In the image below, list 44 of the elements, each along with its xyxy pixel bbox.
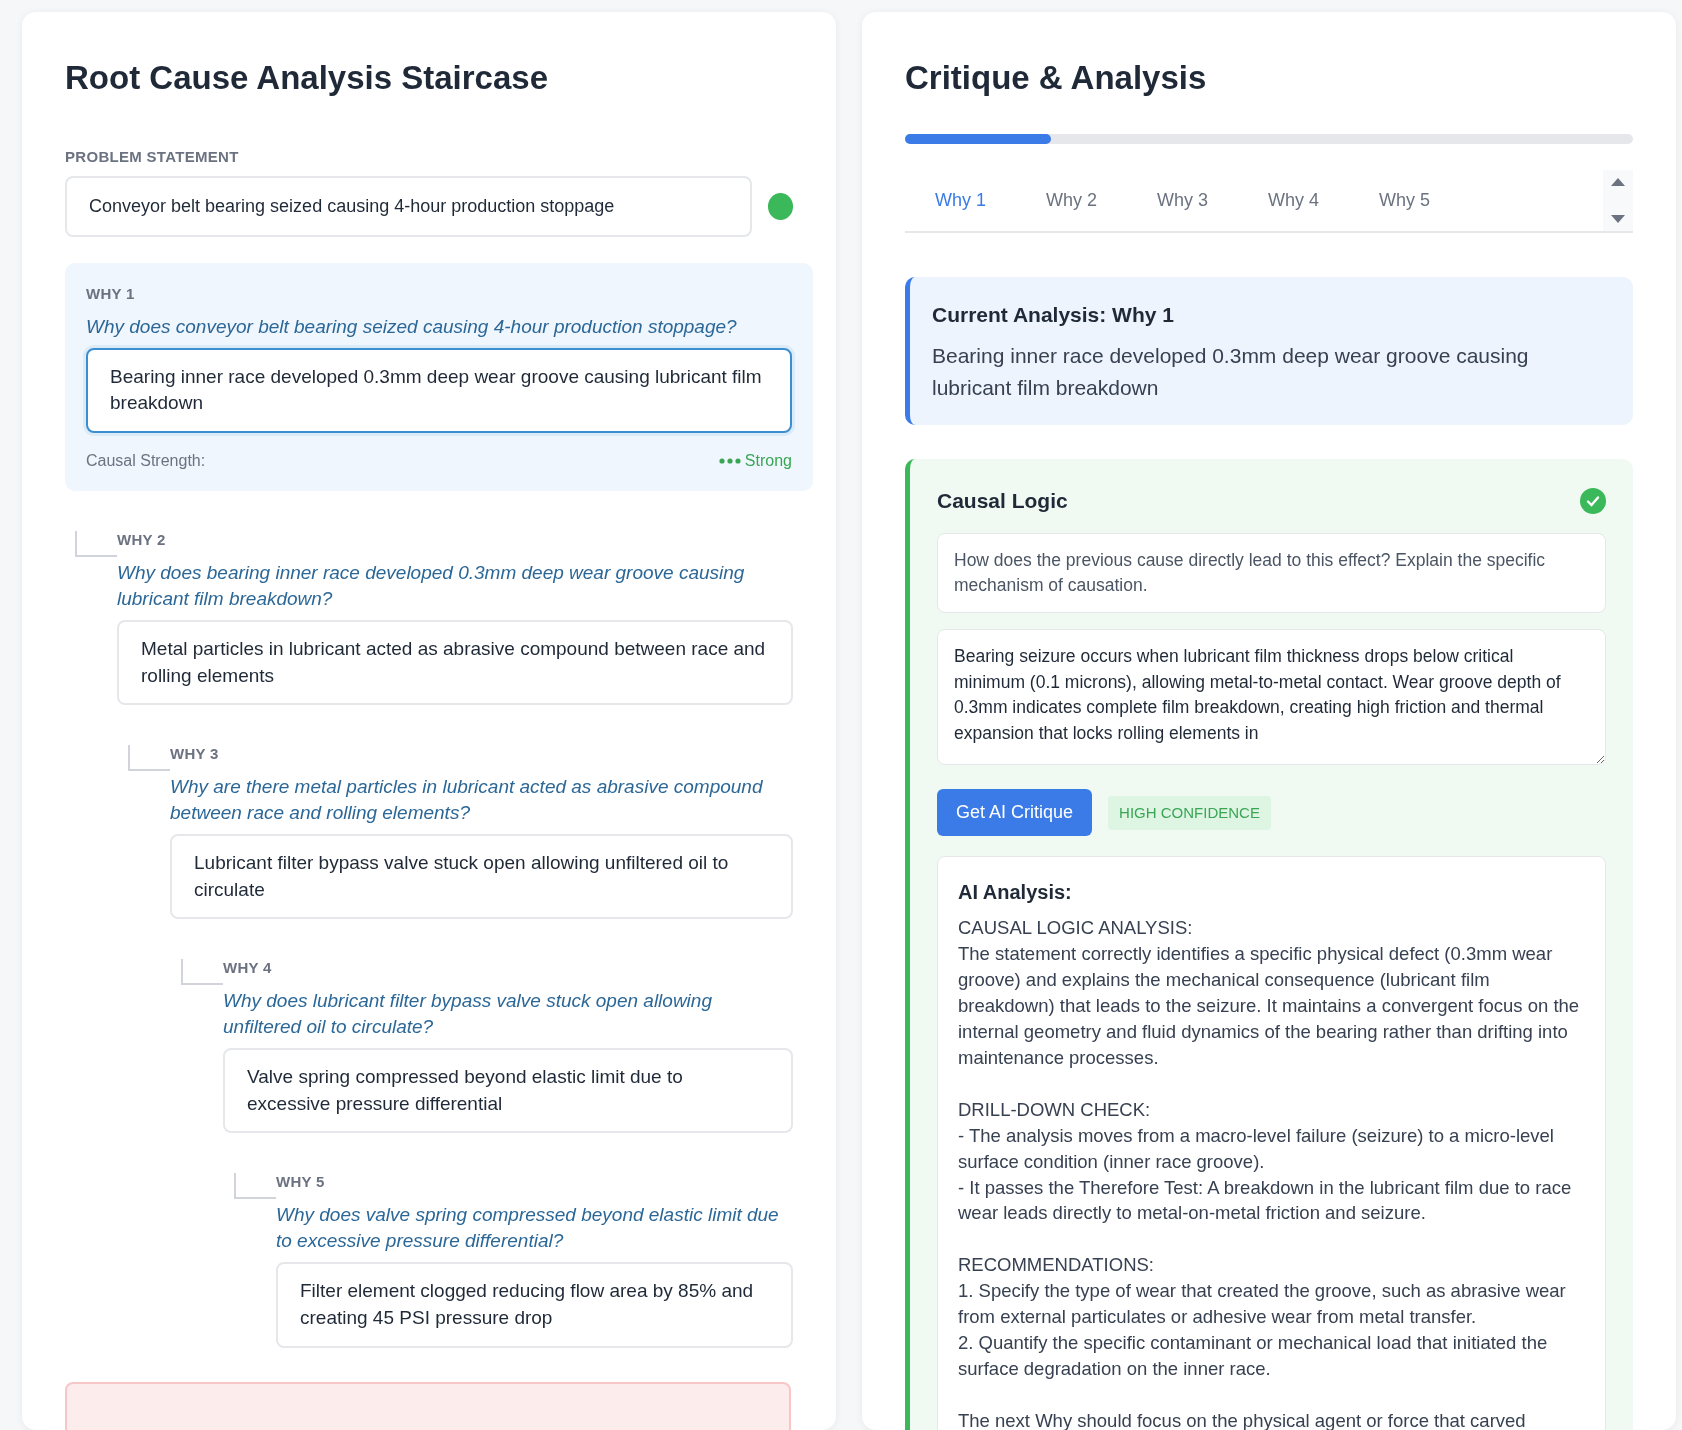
why-label: WHY 2 (117, 530, 167, 550)
why-tab[interactable]: Why 5 (1349, 170, 1461, 231)
strength-value: Strong (744, 451, 792, 471)
answer-field[interactable]: Bearing inner race developed 0.3mm deep wear groove causing lubricant film breakdown (86, 347, 792, 433)
why-label: WHY 3 (170, 744, 220, 765)
answer-field[interactable]: Valve spring compressed beyond elastic limit due to excessive pressure differential (223, 1048, 793, 1134)
connector-line (181, 959, 223, 986)
connector-line (234, 1173, 276, 1200)
section-title: Causal Logic (937, 488, 1068, 515)
confidence-badge: HIGH CONFIDENCE (1108, 795, 1271, 831)
page-title: Root Cause Analysis Staircase (65, 58, 549, 98)
answer-textarea[interactable]: Bearing seizure occurs when lubricant film thickness drops below critical minimum (0.1 microns), allowing metal-to-metal contact. Wear groove depth of 0.3mm indicates complete film breakdown, creating high friction and thermal expansion that locks rolling elements in (937, 629, 1606, 766)
connector-line (128, 745, 170, 772)
field-label: PROBLEM STATEMENT (65, 146, 240, 167)
strength-label: Causal Strength: (86, 451, 206, 471)
why-question: Why are there metal particles in lubricant acted as abrasive compound between race and rolling elements? (170, 774, 764, 825)
why-question: Why does conveyor belt bearing seized causing 4-hour production stoppage? (86, 314, 738, 339)
why-label: WHY 5 (276, 1172, 326, 1193)
analysis-paragraph: RECOMMENDATIONS: 1. Specify the type of wear that created the groove, such as abrasive wear from external particulates or adhesive wear from metal transfer. 2. Quantify the specific contaminant or mechanical load that initiated the surface degradation on the inner race. (958, 1253, 1567, 1381)
problem-input[interactable]: Conveyor belt bearing seized causing 4-hour production stoppage (65, 176, 752, 238)
critique-button[interactable]: Get AI Critique (937, 789, 1093, 837)
why-tab[interactable]: Why 4 (1238, 170, 1350, 231)
why-label: WHY 4 (223, 958, 273, 979)
strength-dots-icon (718, 458, 741, 464)
analysis-paragraph: DRILL-DOWN CHECK: - The analysis moves from a macro-level failure (seizure) to a micro-level surface condition (inner race groove). - It passes the Therefore Test: A breakdown in the lubricant film due to race wear leads directly to metal-on-metal friction and seizure. (958, 1097, 1573, 1226)
why-label: WHY 1 (86, 284, 136, 305)
analysis-title: AI Analysis: (958, 880, 1073, 906)
answer-field[interactable]: Lubricant filter bypass valve stuck open allowing unfiltered oil to circulate (170, 834, 793, 920)
answer-field[interactable]: Filter element clogged reducing flow area by 85% and creating 45 PSI pressure drop (276, 1262, 793, 1348)
answer-field[interactable]: Metal particles in lubricant acted as abrasive compound between race and rolling elements (117, 619, 793, 706)
why-tab[interactable]: Why 2 (1016, 170, 1128, 231)
why-tab[interactable]: Why 1 (905, 170, 1016, 231)
card-text: Bearing inner race developed 0.3mm deep wear groove causing lubricant film breakdown (932, 343, 1530, 401)
status-dot (767, 193, 793, 221)
connector-line (75, 531, 117, 557)
panel-title: Critique & Analysis (905, 58, 1208, 98)
why-question: Why does bearing inner race developed 0.3mm deep wear groove causing lubricant film breakdown? (117, 560, 746, 611)
prompt-text: How does the previous cause directly lead to this effect? Explain the specific mechanism of causation. (937, 532, 1606, 614)
analysis-paragraph: CAUSAL LOGIC ANALYSIS: The statement correctly identifies a specific physical defect (0.3mm wear groove) and explains the mechanical consequence (lubricant film breakdown) that leads to the seizure. It maintains a convergent focus on the internal geometry and fluid dynamics of the bearing rather than drifting into maintenance processes. (958, 916, 1581, 1070)
why-question: Why does valve spring compressed beyond elastic limit due to excessive pressure differential? (276, 1202, 780, 1254)
card-title: Current Analysis: Why 1 (932, 301, 1175, 328)
why-question: Why does lubricant filter bypass valve stuck open allowing unfiltered oil to circulate? (223, 988, 713, 1039)
analysis-paragraph: The next Why should focus on the physical agent or force that carved (958, 1408, 1527, 1430)
why-tab[interactable]: Why 3 (1127, 170, 1239, 231)
